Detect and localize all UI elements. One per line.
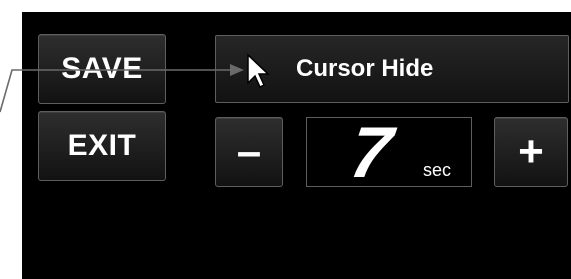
- pointer-arrow-icon: [0, 64, 244, 113]
